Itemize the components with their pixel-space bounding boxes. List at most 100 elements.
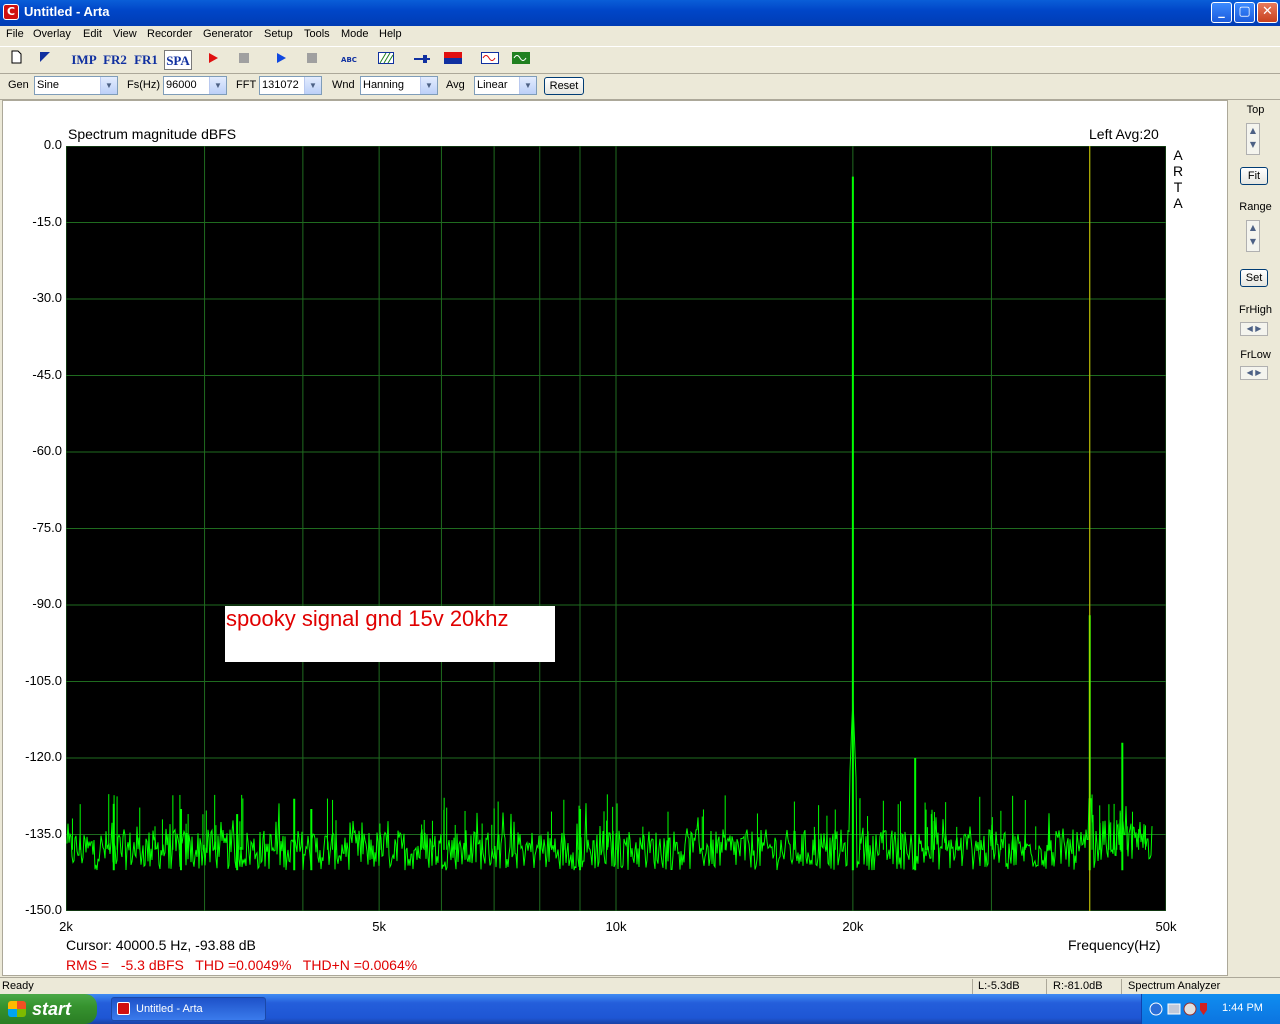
toolbar: IMP FR2 FR1 SPA ABC [0,46,1280,74]
wnd-select[interactable]: Hanning ▼ [360,76,438,95]
frlow-spinner[interactable]: ◀ ▶ [1240,366,1268,380]
y-tick-label: -135.0 [25,825,62,841]
range-label: Range [1239,201,1272,213]
chevron-down-icon[interactable]: ▼ [519,77,536,94]
slider-icon[interactable] [411,50,433,70]
tray-icons[interactable] [1148,1001,1208,1017]
top-spinner[interactable]: ▲ ▼ [1246,123,1260,155]
record-play-icon[interactable] [202,50,224,70]
record-stop-icon[interactable] [233,50,255,70]
arta-app-icon [117,1002,130,1015]
chevron-down-icon[interactable]: ▼ [209,77,226,94]
frhigh-label: FrHigh [1238,304,1272,316]
waveform-icon[interactable] [479,50,501,70]
y-tick-label: -105.0 [25,672,62,688]
fr2-mode-button[interactable]: FR2 [102,50,128,70]
brand-letter: A [1173,147,1183,163]
scope-icon[interactable] [510,50,532,70]
gen-value: Sine [37,79,60,91]
menu-overlay[interactable]: Overlay [33,28,71,40]
cursor-readout: Cursor: 40000.5 Hz, -93.88 dB [66,937,256,953]
annotation-text: spooky signal gnd 15v 20khz [226,606,509,631]
hatch-icon[interactable] [375,50,397,70]
chevron-down-icon[interactable]: ▼ [304,77,321,94]
frhigh-spinner[interactable]: ◀ ▶ [1240,322,1268,336]
status-left-level: L:-5.3dB [978,980,1020,992]
x-tick-label: 2k [59,919,73,934]
menu-setup[interactable]: Setup [264,28,293,40]
minimize-button[interactable]: _ [1211,2,1232,23]
fft-select[interactable]: 131072 ▼ [259,76,322,95]
gen-select[interactable]: Sine ▼ [34,76,118,95]
fft-value: 131072 [262,79,299,91]
spa-mode-button[interactable]: SPA [164,50,192,70]
brand-letter: R [1172,163,1184,179]
taskbar-clock: 1:44 PM [1222,1002,1263,1014]
set-button[interactable]: Set [1240,269,1268,287]
new-file-icon[interactable] [5,50,27,70]
menu-file[interactable]: File [6,28,24,40]
avg-value: Linear [477,79,508,91]
fs-value: 96000 [166,79,197,91]
avg-label: Avg [446,79,465,91]
status-divider [1121,979,1122,994]
x-tick-label: 5k [372,919,386,934]
fr1-mode-button[interactable]: FR1 [133,50,159,70]
measurement-readout: RMS = -5.3 dBFS THD =0.0049% THD+N =0.00… [66,957,418,973]
y-tick-label: -90.0 [32,596,62,611]
status-mode: Spectrum Analyzer [1128,980,1221,992]
status-bar: Ready L:-5.3dB R:-81.0dB Spectrum Analyz… [0,977,1280,995]
maximize-button[interactable]: ▢ [1234,2,1255,23]
spectrum-plot[interactable] [66,146,1166,911]
brand-letter: A [1173,195,1183,211]
settings-bar: Gen Sine ▼ Fs(Hz) 96000 ▼ FFT 131072 ▼ Wnd … [0,73,1280,100]
y-tick-label: -45.0 [32,366,62,382]
status-right-level: R:-81.0dB [1053,980,1103,992]
fft-label: FFT [236,79,257,91]
gen-label: Gen [8,79,29,91]
abc-icon[interactable]: ABC [337,50,361,70]
status-divider [972,979,973,994]
generator-stop-icon[interactable] [301,50,323,70]
brand-letter: T [1173,179,1183,195]
status-divider [1046,979,1047,994]
y-tick-label: -30.0 [32,290,62,305]
menu-help[interactable]: Help [379,28,402,40]
top-label: Top [1246,104,1265,116]
plot-title: Spectrum magnitude dBFS [68,126,237,142]
close-button[interactable]: ✕ [1257,2,1278,23]
menu-tools[interactable]: Tools [304,28,330,40]
menu-mode[interactable]: Mode [341,28,369,40]
meter-icon[interactable] [442,50,464,70]
wnd-value: Hanning [363,79,404,91]
x-tick-label: 50k [1155,919,1177,934]
avg-select[interactable]: Linear ▼ [474,76,537,95]
x-tick-label: 10k [605,919,627,934]
reset-button[interactable]: Reset [544,77,584,95]
range-spinner[interactable]: ▲ ▼ [1246,220,1260,252]
menu-bar: File Overlay Edit View Recorder Generato… [0,26,1280,45]
window-title: Untitled - Arta [24,4,110,19]
wnd-label: Wnd [332,79,355,91]
imp-mode-button[interactable]: IMP [71,50,97,70]
channel-avg-label: Left Avg:20 [1089,126,1159,142]
menu-view[interactable]: View [113,28,137,40]
status-ready: Ready [2,980,34,992]
frlow-label: FrLow [1240,349,1271,361]
fit-button[interactable]: Fit [1240,167,1268,185]
generator-play-icon[interactable] [270,50,292,70]
windows-logo-icon [8,1001,26,1017]
chevron-down-icon[interactable]: ▼ [420,77,437,94]
taskbar-item-arta[interactable]: Untitled - Arta [111,997,266,1021]
menu-recorder[interactable]: Recorder [147,28,192,40]
open-file-icon[interactable] [34,50,56,70]
menu-edit[interactable]: Edit [83,28,102,40]
fs-select[interactable]: 96000 ▼ [163,76,227,95]
arta-brand: A R T A [1172,147,1184,211]
app-icon[interactable]: C [3,4,19,20]
y-tick-label: -150.0 [25,902,62,917]
menu-generator[interactable]: Generator [203,28,253,40]
fs-label: Fs(Hz) [127,79,160,91]
chevron-down-icon[interactable]: ▼ [100,77,117,94]
y-tick-label: -60.0 [32,443,62,458]
